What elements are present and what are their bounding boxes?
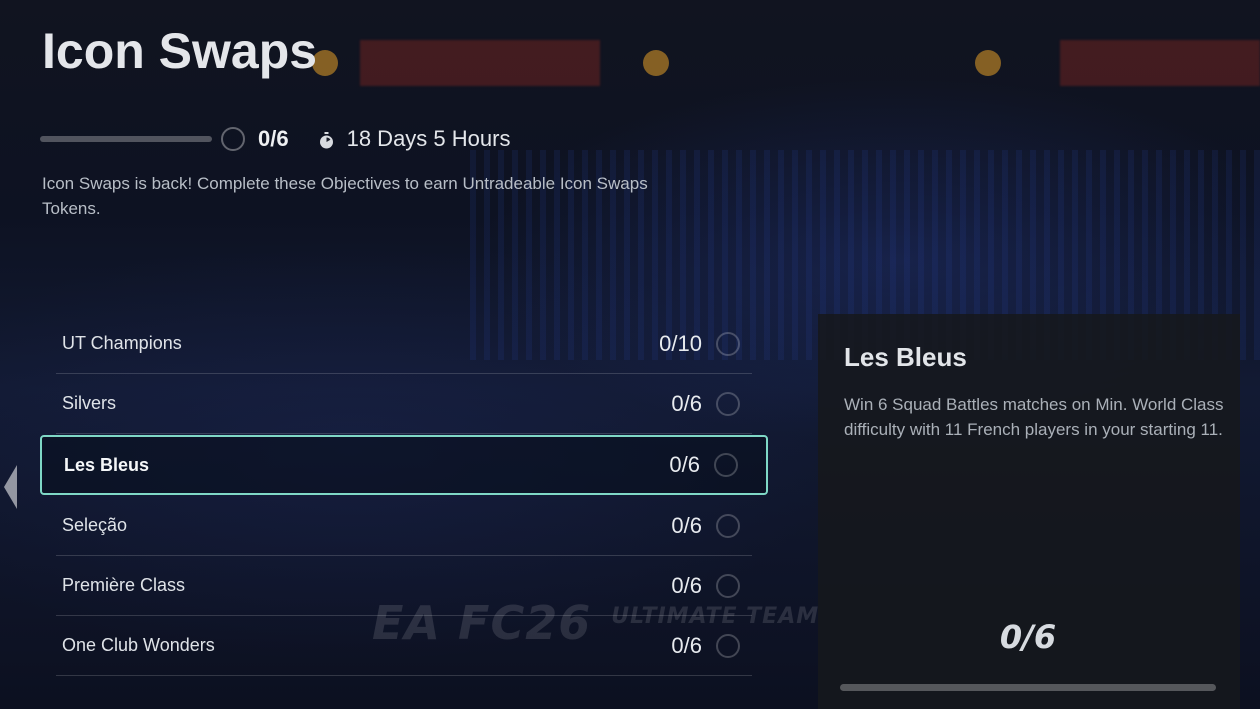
- objective-row[interactable]: Les Bleus 0/6: [40, 435, 768, 495]
- objective-row[interactable]: One Club Wonders 0/6: [56, 616, 752, 676]
- objective-progress: 0/6: [669, 452, 700, 477]
- objective-status-circle-icon: [716, 573, 740, 598]
- objective-status-circle-icon: [716, 331, 740, 356]
- objective-name: One Club Wonders: [62, 635, 215, 655]
- objective-progress: 0/6: [671, 632, 702, 658]
- objective-name: Les Bleus: [64, 454, 150, 475]
- objective-status-circle-icon: [716, 513, 740, 538]
- overall-progress-count: 0/6: [258, 126, 289, 151]
- objective-status-circle-icon: [716, 633, 740, 658]
- detail-progress-bar: [840, 684, 1216, 691]
- objective-progress: 0/6: [671, 512, 702, 538]
- objective-row[interactable]: UT Champions 0/10: [56, 314, 752, 374]
- objective-progress: 0/6: [671, 390, 702, 416]
- page-description: Icon Swaps is back! Complete these Objec…: [42, 174, 648, 218]
- chevron-left-icon[interactable]: [4, 465, 17, 509]
- objectives-list: UT Champions 0/10 Silvers 0/6 Les Bleus 0/6 Se…: [40, 314, 768, 676]
- objective-row[interactable]: Première Class 0/6: [56, 556, 752, 616]
- detail-description: Win 6 Squad Battles matches on Min. Worl…: [844, 395, 1224, 439]
- objective-name: Première Class: [62, 575, 186, 595]
- objective-progress: 0/6: [671, 572, 702, 598]
- objective-status-circle-icon: [716, 391, 740, 416]
- objective-status-circle-icon: [714, 453, 738, 477]
- overall-progress-bar: [40, 136, 212, 142]
- stopwatch-icon: [319, 131, 334, 148]
- overall-complete-circle-icon: [221, 127, 245, 151]
- objective-detail-panel: Les Bleus Win 6 Squad Battles matches on…: [818, 314, 1240, 709]
- objective-name: Silvers: [62, 393, 117, 413]
- objective-progress: 0/10: [659, 330, 702, 356]
- objective-name: Seleção: [62, 515, 128, 535]
- objective-row[interactable]: Seleção 0/6: [56, 496, 752, 556]
- detail-title: Les Bleus: [844, 342, 967, 372]
- detail-progress-count: 0/6: [999, 618, 1057, 656]
- objective-row[interactable]: Silvers 0/6: [56, 374, 752, 434]
- page-title: Icon Swaps: [42, 23, 318, 79]
- objective-name: UT Champions: [62, 333, 182, 353]
- overall-progress: 0/6 18 Days 5 Hours: [40, 124, 510, 154]
- time-remaining: 18 Days 5 Hours: [346, 126, 511, 151]
